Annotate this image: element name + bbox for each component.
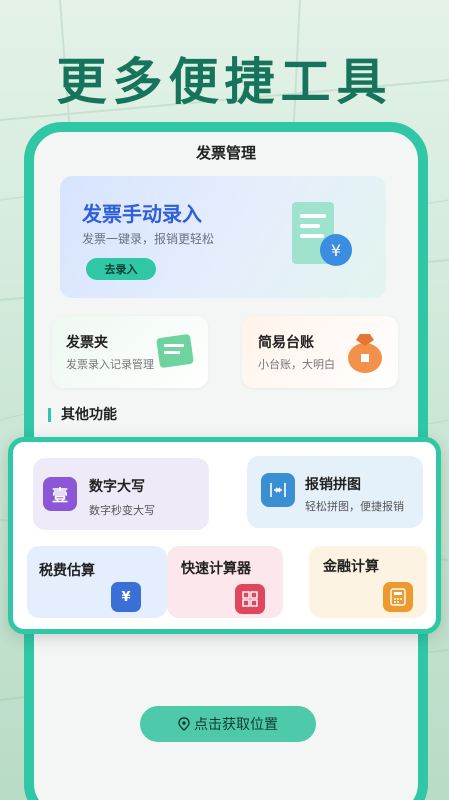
promo-headline: 更多便捷工具: [56, 53, 393, 111]
card-title: 发票夹: [66, 335, 108, 351]
tool-title: 数字大写: [89, 479, 145, 495]
tool-title: 金融计算: [323, 559, 379, 575]
page-title: 发票管理: [195, 144, 256, 162]
banner-subtitle: 发票一键录，报销更轻松: [82, 232, 215, 246]
tax-icon: ¥: [111, 582, 141, 612]
tool-number-uppercase[interactable]: 壹 数字大写 数字秒变大写: [33, 458, 209, 530]
merge-icon: [261, 473, 295, 507]
tool-title: 报销拼图: [305, 477, 361, 493]
chinese-numeral-icon: 壹: [43, 477, 77, 511]
tool-finance-calculator[interactable]: 金融计算: [309, 546, 427, 618]
money-bag-icon: [348, 334, 382, 373]
tools-panel: 壹 数字大写 数字秒变大写 报销拼图 轻松拼图，便捷报销 税费估算 ¥ 快速计算…: [8, 437, 441, 634]
finance-calculator-icon: [383, 582, 413, 612]
get-location-button[interactable]: 点击获取位置: [140, 706, 316, 742]
svg-text:¥: ¥: [331, 241, 341, 260]
manual-entry-banner[interactable]: 发票手动录入 发票一键录，报销更轻松 去录入 ¥: [60, 176, 386, 298]
tool-subtitle: 轻松拼图，便捷报销: [305, 500, 404, 513]
card-title: 简易台账: [258, 335, 314, 351]
go-entry-button[interactable]: 去录入: [86, 258, 156, 280]
tool-title: 税费估算: [39, 563, 95, 579]
tool-subtitle: 数字秒变大写: [89, 504, 155, 517]
section-title: 其他功能: [48, 408, 117, 422]
location-pin-icon: [178, 717, 190, 731]
card-subtitle: 小台账，大明白: [258, 358, 335, 371]
simple-ledger-card[interactable]: 简易台账 小台账，大明白: [242, 316, 398, 388]
tool-reimburse-collage[interactable]: 报销拼图 轻松拼图，便捷报销: [247, 456, 423, 528]
tool-tax-estimate[interactable]: 税费估算 ¥: [27, 546, 167, 618]
location-button-label: 点击获取位置: [194, 717, 278, 733]
card-subtitle: 发票录入记录管理: [66, 358, 154, 371]
banner-title: 发票手动录入: [82, 202, 202, 226]
calculator-icon: [235, 584, 265, 614]
tool-title: 快速计算器: [181, 561, 251, 577]
invoice-illustration-icon: ¥: [292, 202, 352, 266]
folder-icon: [156, 334, 194, 368]
tool-quick-calculator[interactable]: 快速计算器: [167, 546, 283, 618]
invoice-folder-card[interactable]: 发票夹 发票录入记录管理: [52, 316, 208, 388]
